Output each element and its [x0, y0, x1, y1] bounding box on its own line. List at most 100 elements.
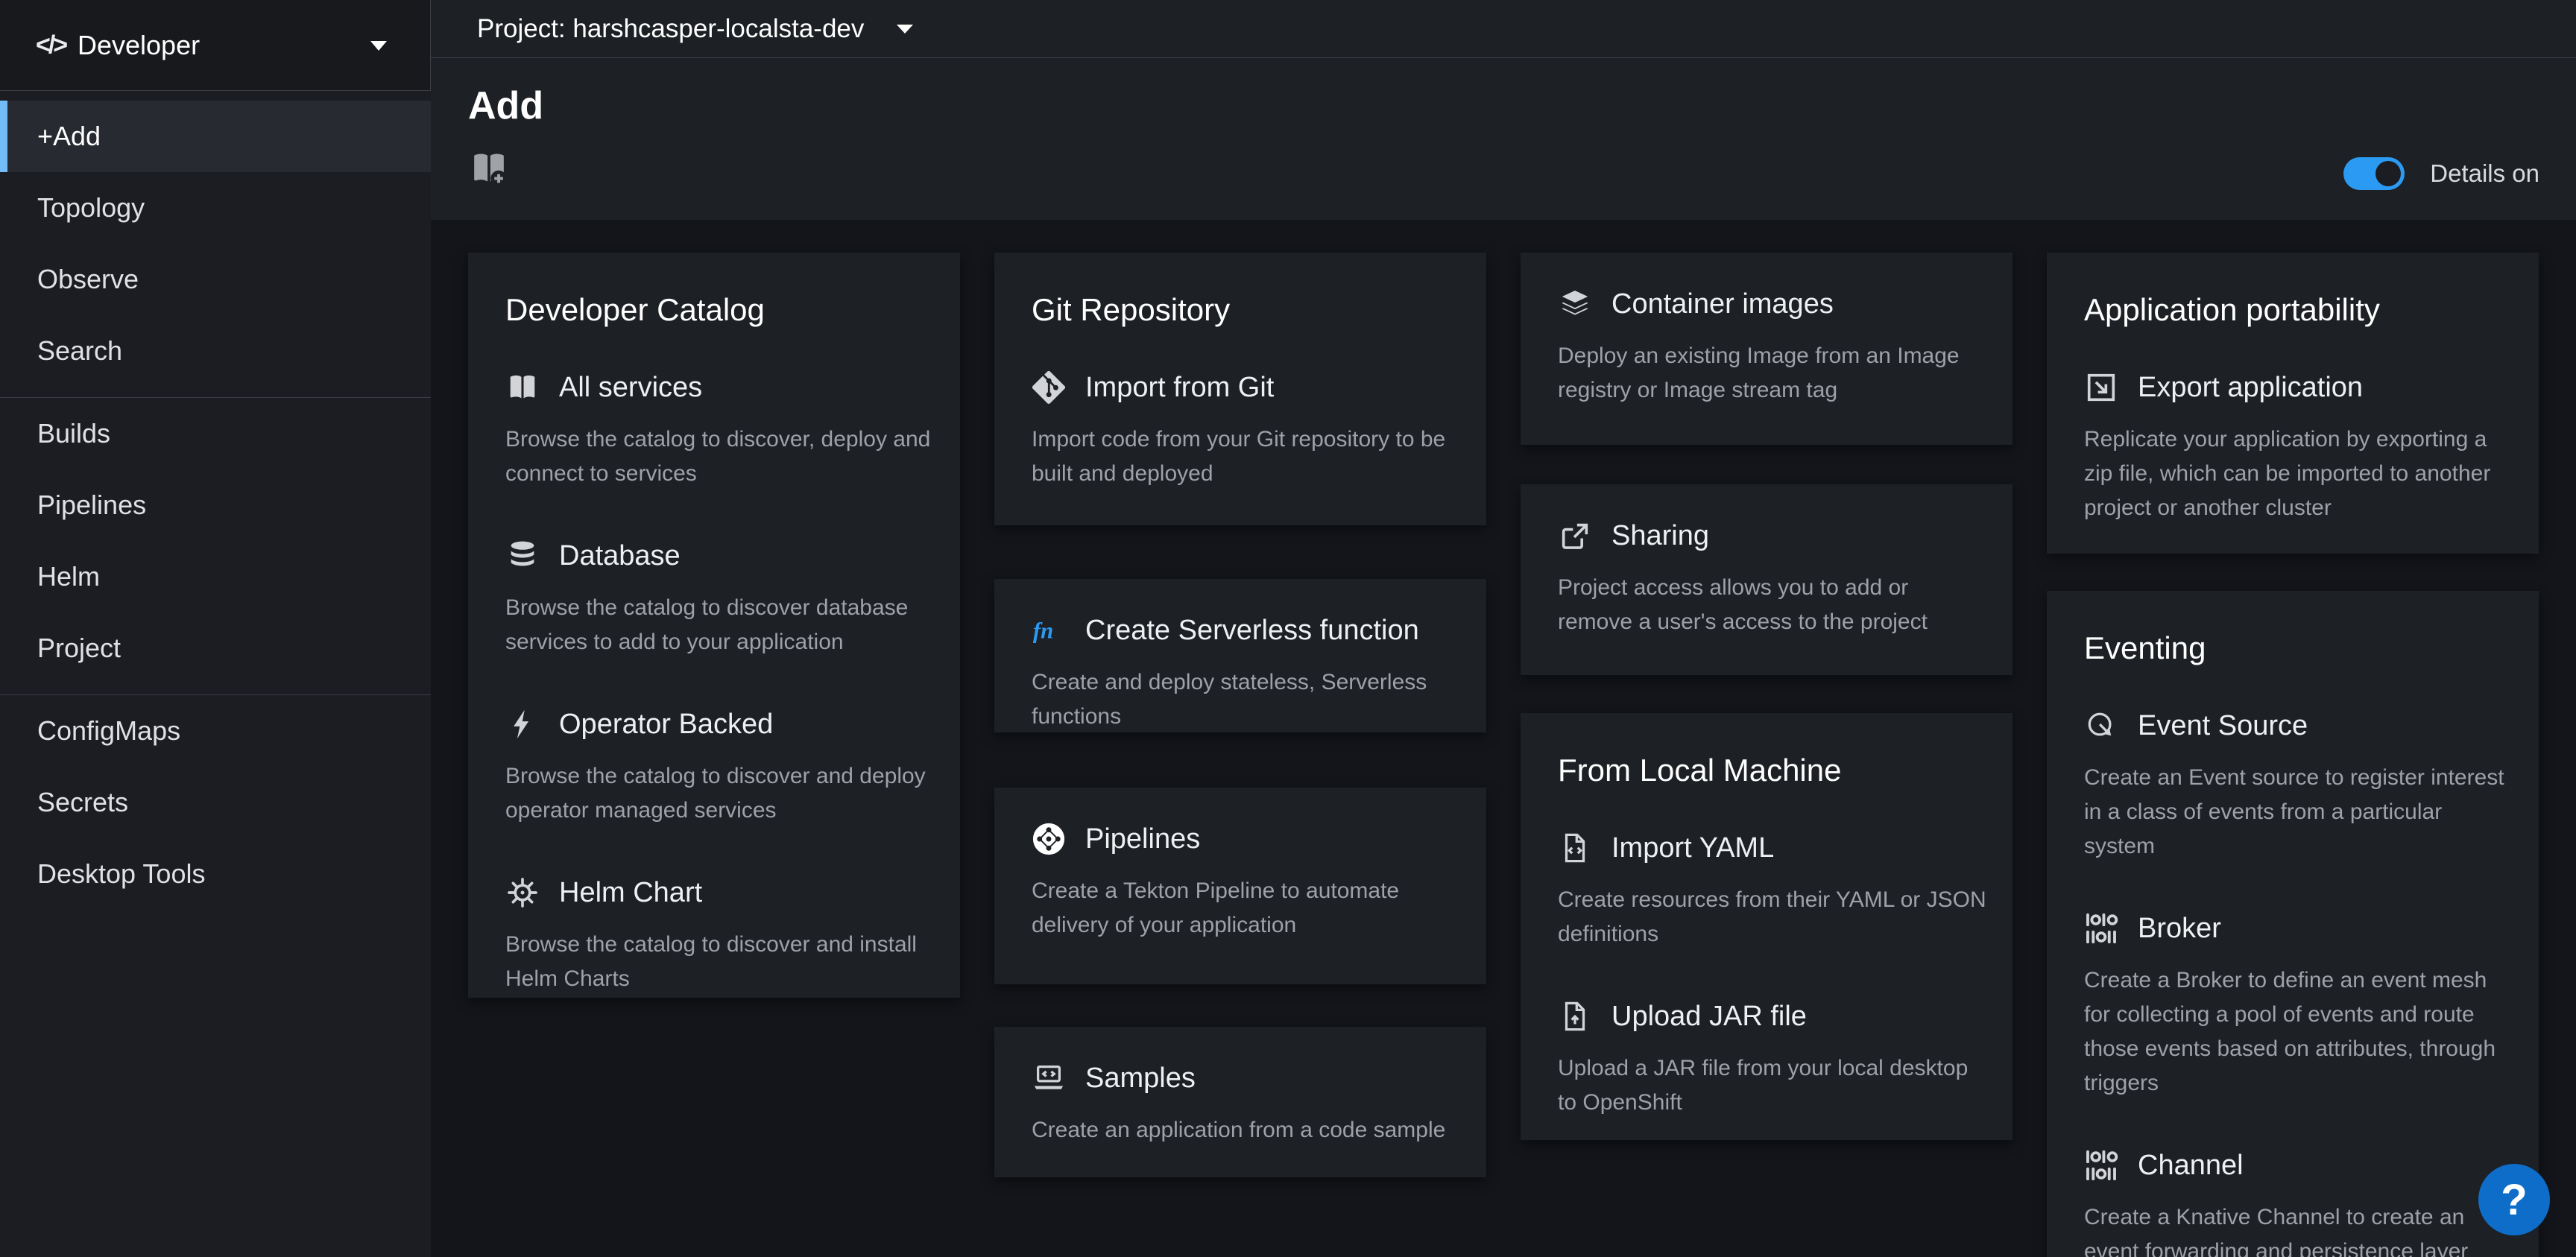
item-title: Import from Git	[1085, 372, 1274, 404]
item-description: Create a Broker to define an event mesh …	[2084, 963, 2513, 1101]
sidebar-item-search[interactable]: Search	[0, 315, 431, 387]
item-import-yaml[interactable]: Import YAML Create resources from their …	[1558, 831, 1986, 952]
sidebar-item-observe[interactable]: Observe	[0, 244, 431, 315]
item-description: Browse the catalog to discover and insta…	[505, 928, 934, 996]
item-all-services[interactable]: All services Browse the catalog to disco…	[505, 370, 934, 491]
item-container-images[interactable]: Container images Deploy an existing Imag…	[1558, 287, 1986, 408]
item-samples[interactable]: Samples Create an application from a cod…	[1032, 1061, 1460, 1147]
pipelines-icon	[1032, 822, 1066, 856]
add-page-content: Developer Catalog All services Browse th…	[431, 220, 2576, 1257]
fn-icon: fn	[1032, 613, 1066, 648]
item-description: Browse the catalog to discover database …	[505, 591, 934, 659]
bolt-icon	[505, 707, 540, 741]
item-title: Database	[559, 540, 681, 572]
card-column: Developer Catalog All services Browse th…	[468, 253, 960, 1257]
card-title: Application portability	[2084, 291, 2513, 329]
sidebar-item-secrets[interactable]: Secrets	[0, 767, 431, 838]
samples-laptop-code-icon	[1032, 1061, 1066, 1095]
card-developer-catalog: Developer Catalog All services Browse th…	[468, 253, 960, 998]
chevron-down-icon	[370, 41, 387, 51]
sidebar-item-builds[interactable]: Builds	[0, 398, 431, 469]
item-broker[interactable]: Broker Create a Broker to define an even…	[2084, 911, 2513, 1101]
file-code-icon	[1558, 831, 1592, 865]
card-eventing: Eventing Event Source Create an Event so…	[2047, 591, 2539, 1257]
guided-tour-book-plus-icon[interactable]	[468, 148, 510, 189]
toggle-knob	[2375, 161, 2401, 186]
file-upload-icon	[1558, 999, 1592, 1033]
sidebar-item-pipelines[interactable]: Pipelines	[0, 469, 431, 541]
item-create-serverless-function[interactable]: fn Create Serverless function Create and…	[1032, 613, 1460, 732]
details-toggle-label: Details on	[2430, 159, 2539, 188]
project-selector[interactable]: Project: harshcasper-localsta-dev	[431, 0, 2576, 58]
item-description: Project access allows you to add or remo…	[1558, 571, 1986, 639]
sidebar-item-topology[interactable]: Topology	[0, 172, 431, 244]
item-title: Import YAML	[1611, 832, 1774, 864]
database-icon	[505, 539, 540, 573]
details-toggle: Details on	[2343, 157, 2539, 190]
card-samples: Samples Create an application from a cod…	[994, 1027, 1486, 1177]
card-from-local-machine: From Local Machine Import YAML Create re…	[1521, 713, 2012, 1140]
perspective-label: Developer	[78, 30, 200, 61]
item-description: Create and deploy stateless, Serverless …	[1032, 665, 1460, 732]
help-button[interactable]: ?	[2478, 1164, 2550, 1235]
card-git-repository: Git Repository Import from Git Import co…	[994, 253, 1486, 525]
item-title: Export application	[2138, 372, 2363, 404]
details-toggle-switch[interactable]	[2343, 157, 2405, 190]
sidebar-item-helm[interactable]: Helm	[0, 541, 431, 612]
book-icon	[505, 370, 540, 405]
git-icon	[1032, 370, 1066, 405]
card-title: Developer Catalog	[505, 291, 934, 329]
perspective-switcher[interactable]: </> Developer	[0, 0, 431, 91]
card-pipelines: Pipelines Create a Tekton Pipeline to au…	[994, 788, 1486, 984]
item-description: Create an application from a code sample	[1032, 1113, 1460, 1147]
channel-binary-icon	[2084, 1148, 2118, 1182]
project-selector-label: Project: harshcasper-localsta-dev	[477, 14, 864, 44]
card-column: Container images Deploy an existing Imag…	[1521, 253, 2012, 1257]
item-title: Create Serverless function	[1085, 615, 1419, 647]
chevron-down-icon	[897, 25, 913, 34]
event-source-icon	[2084, 709, 2118, 743]
item-operator-backed[interactable]: Operator Backed Browse the catalog to di…	[505, 707, 934, 828]
item-title: Event Source	[2138, 710, 2308, 742]
share-icon	[1558, 519, 1592, 553]
sidebar-item-desktop-tools[interactable]: Desktop Tools	[0, 838, 431, 910]
sidebar-item-project[interactable]: Project	[0, 612, 431, 684]
item-event-source[interactable]: Event Source Create an Event source to r…	[2084, 709, 2513, 864]
item-description: Create a Tekton Pipeline to automate del…	[1032, 874, 1460, 943]
card-title: Git Repository	[1032, 291, 1460, 329]
sidebar-item-add[interactable]: +Add	[0, 101, 431, 172]
item-description: Create an Event source to register inter…	[2084, 761, 2513, 864]
item-title: Upload JAR file	[1611, 1001, 1807, 1033]
card-title: From Local Machine	[1558, 752, 1986, 789]
helm-icon	[505, 876, 540, 910]
sidebar-nav: +Add Topology Observe Search Builds Pipe…	[0, 91, 431, 910]
page-header: Add Details on	[431, 58, 2576, 220]
svg-text:fn: fn	[1033, 618, 1053, 644]
export-icon	[2084, 370, 2118, 405]
item-description: Deploy an existing Image from an Image r…	[1558, 339, 1986, 408]
page-title: Add	[468, 83, 543, 128]
sidebar-item-configmaps[interactable]: ConfigMaps	[0, 695, 431, 767]
card-column: Application portability Export applicati…	[2047, 253, 2539, 1257]
code-icon: </>	[36, 31, 66, 60]
item-description: Browse the catalog to discover and deplo…	[505, 759, 934, 828]
item-channel[interactable]: Channel Create a Knative Channel to crea…	[2084, 1148, 2513, 1257]
item-import-from-git[interactable]: Import from Git Import code from your Gi…	[1032, 370, 1460, 491]
card-sharing: Sharing Project access allows you to add…	[1521, 484, 2012, 675]
item-title: All services	[559, 372, 702, 404]
item-helm-chart[interactable]: Helm Chart Browse the catalog to discove…	[505, 876, 934, 996]
sidebar: </> Developer +Add Topology Observe Sear…	[0, 0, 431, 1257]
item-title: Broker	[2138, 913, 2221, 945]
item-sharing[interactable]: Sharing Project access allows you to add…	[1558, 519, 1986, 639]
item-title: Channel	[2138, 1150, 2244, 1182]
item-title: Container images	[1611, 288, 1834, 320]
item-description: Browse the catalog to discover, deploy a…	[505, 422, 934, 491]
card-title: Eventing	[2084, 630, 2513, 667]
card-column: Git Repository Import from Git Import co…	[994, 253, 1486, 1257]
item-description: Create resources from their YAML or JSON…	[1558, 883, 1986, 952]
item-pipelines[interactable]: Pipelines Create a Tekton Pipeline to au…	[1032, 822, 1460, 943]
item-database[interactable]: Database Browse the catalog to discover …	[505, 539, 934, 659]
item-upload-jar-file[interactable]: Upload JAR file Upload a JAR file from y…	[1558, 999, 1986, 1120]
item-title: Samples	[1085, 1063, 1196, 1095]
item-export-application[interactable]: Export application Replicate your applic…	[2084, 370, 2513, 525]
